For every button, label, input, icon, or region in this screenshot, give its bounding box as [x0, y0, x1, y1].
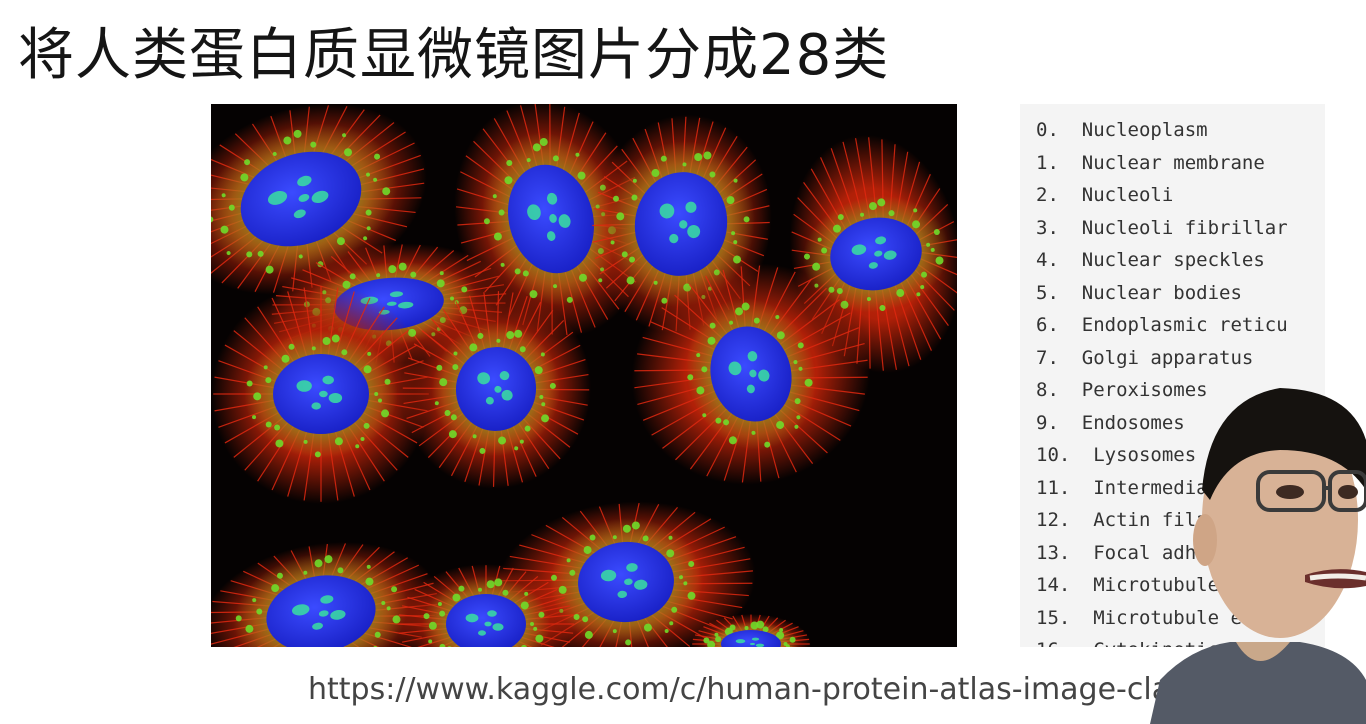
class-list-item: 7. Golgi apparatus — [1036, 346, 1254, 369]
class-list-item: 1. Nuclear membrane — [1036, 151, 1265, 174]
slide-title: 将人类蛋白质显微镜图片分成28类 — [18, 23, 890, 88]
cell-micrograph-image — [211, 104, 957, 647]
class-list-item: 0. Nucleoplasm — [1036, 119, 1208, 141]
class-list-item: 2. Nucleoli — [1036, 184, 1174, 206]
class-list-item: 4. Nuclear speckles — [1036, 249, 1265, 271]
presenter-video-overlay — [1150, 380, 1366, 724]
class-list-item: 6. Endoplasmic reticu — [1036, 314, 1288, 336]
class-list-item: 5. Nuclear bodies — [1036, 281, 1242, 304]
class-list-item: 3. Nucleoli fibrillar — [1036, 216, 1288, 239]
